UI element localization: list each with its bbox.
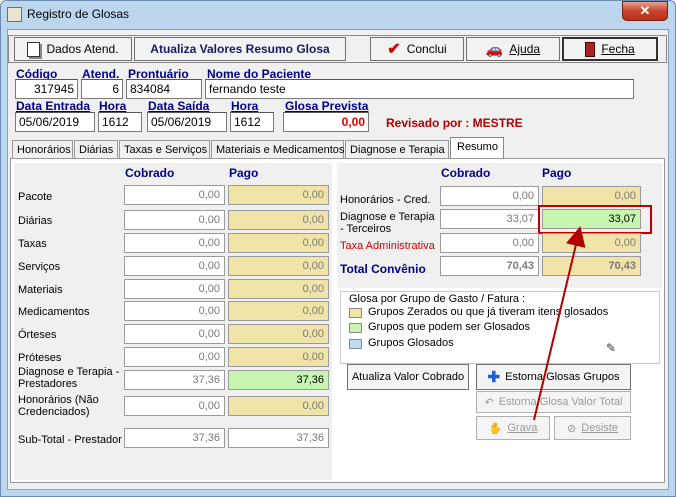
arrow-line [533,226,586,421]
annotation-arrow [533,226,586,421]
